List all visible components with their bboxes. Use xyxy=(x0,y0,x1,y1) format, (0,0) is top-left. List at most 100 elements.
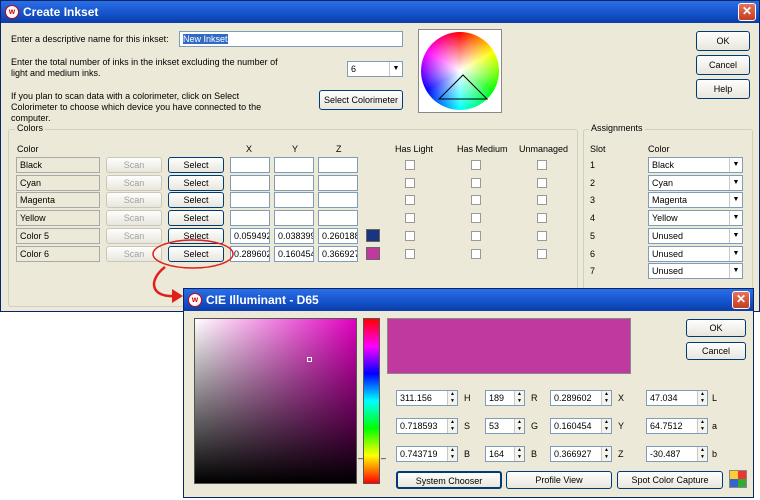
z-value-field[interactable] xyxy=(318,210,358,227)
x-value-field[interactable] xyxy=(230,210,270,227)
spinner-arrows-icon[interactable]: ▲ ▼ xyxy=(601,391,611,405)
xyz-value-input[interactable]: 0.366927 ▲ ▼ xyxy=(550,446,612,462)
unmanaged-checkbox[interactable] xyxy=(537,248,547,259)
has-light-checkbox[interactable] xyxy=(405,213,415,224)
slot-color-select[interactable]: Unused ▼ xyxy=(648,227,743,244)
scan-button[interactable]: Scan xyxy=(106,227,162,244)
y-value-field[interactable] xyxy=(274,174,314,191)
has-light-checkbox[interactable] xyxy=(405,177,415,188)
scan-button[interactable]: Scan xyxy=(106,245,162,262)
x-value-field[interactable]: 0.059492 xyxy=(230,227,270,244)
has-light-checkbox[interactable] xyxy=(405,195,415,206)
has-medium-checkbox[interactable] xyxy=(471,160,481,170)
has-medium-checkbox[interactable] xyxy=(471,177,481,188)
help-button[interactable]: Help xyxy=(696,79,750,99)
fields-value-input[interactable]: 0.743719 ▲ ▼ xyxy=(396,446,458,462)
scan-button[interactable]: Scan xyxy=(106,192,162,209)
color-name-field[interactable]: Cyan xyxy=(16,174,100,191)
picker-ok-button[interactable]: OK xyxy=(686,319,746,337)
x-value-field[interactable] xyxy=(230,174,270,191)
ok-button[interactable]: OK xyxy=(696,31,750,51)
select-button[interactable]: Select xyxy=(168,157,224,173)
spinner-arrows-icon[interactable]: ▲ ▼ xyxy=(514,447,524,461)
slot-color-select[interactable]: Magenta ▼ xyxy=(648,192,743,209)
color-name-field[interactable]: Magenta xyxy=(16,192,100,209)
spinner-arrows-icon[interactable]: ▲ ▼ xyxy=(447,447,457,461)
slot-color-select[interactable]: Unused ▼ xyxy=(648,263,743,280)
spinner-arrows-icon[interactable]: ▲ ▼ xyxy=(514,419,524,433)
slot-color-select[interactable]: Black ▼ xyxy=(648,157,743,173)
slot-color-select[interactable]: Yellow ▼ xyxy=(648,210,743,227)
saturation-brightness-field[interactable] xyxy=(194,318,357,484)
color-marker[interactable] xyxy=(307,357,312,362)
fields-value-input[interactable]: 311.156 ▲ ▼ xyxy=(396,390,458,406)
x-value-field[interactable] xyxy=(230,192,270,209)
capture-grid-icon[interactable] xyxy=(729,470,747,488)
scan-button[interactable]: Scan xyxy=(106,210,162,227)
scan-button[interactable]: Scan xyxy=(106,157,162,173)
spinner-arrows-icon[interactable]: ▲ ▼ xyxy=(447,391,457,405)
picker-cancel-button[interactable]: Cancel xyxy=(686,342,746,360)
has-medium-checkbox[interactable] xyxy=(471,195,481,206)
z-value-field[interactable] xyxy=(318,192,358,209)
slot-color-select[interactable]: Cyan ▼ xyxy=(648,174,743,191)
fields-value-input[interactable]: 0.718593 ▲ ▼ xyxy=(396,418,458,434)
x-value-field[interactable]: 0.289602 xyxy=(230,245,270,262)
rgb-value-input[interactable]: 189 ▲ ▼ xyxy=(485,390,525,406)
has-light-checkbox[interactable] xyxy=(405,160,415,170)
select-button[interactable]: Select xyxy=(168,227,224,244)
scan-button[interactable]: Scan xyxy=(106,174,162,191)
has-medium-checkbox[interactable] xyxy=(471,213,481,224)
select-button[interactable]: Select xyxy=(168,210,224,227)
unmanaged-checkbox[interactable] xyxy=(537,195,547,206)
x-value-field[interactable] xyxy=(230,157,270,173)
xyz-value-input[interactable]: 0.160454 ▲ ▼ xyxy=(550,418,612,434)
select-button[interactable]: Select xyxy=(168,245,224,262)
close-button[interactable]: ✕ xyxy=(738,3,756,21)
inkset-name-input[interactable]: New Inkset xyxy=(179,31,403,47)
z-value-field[interactable]: 0.366927 xyxy=(318,245,358,262)
has-medium-checkbox[interactable] xyxy=(471,230,481,241)
rgb-value-input[interactable]: 53 ▲ ▼ xyxy=(485,418,525,434)
y-value-field[interactable] xyxy=(274,210,314,227)
color-name-field[interactable]: Color 6 xyxy=(16,245,100,262)
spinner-arrows-icon[interactable]: ▲ ▼ xyxy=(601,419,611,433)
unmanaged-checkbox[interactable] xyxy=(537,213,547,224)
y-value-field[interactable]: 0.038399 xyxy=(274,227,314,244)
z-value-field[interactable]: 0.260188 xyxy=(318,227,358,244)
has-medium-checkbox[interactable] xyxy=(471,248,481,259)
system-chooser-button[interactable]: System Chooser xyxy=(396,471,502,489)
spinner-arrows-icon[interactable]: ▲ ▼ xyxy=(514,391,524,405)
spinner-arrows-icon[interactable]: ▲ ▼ xyxy=(697,419,707,433)
y-value-field[interactable]: 0.160454 xyxy=(274,245,314,262)
select-colorimeter-button[interactable]: Select Colorimeter xyxy=(319,90,403,110)
xyz-value-input[interactable]: 0.289602 ▲ ▼ xyxy=(550,390,612,406)
unmanaged-checkbox[interactable] xyxy=(537,160,547,170)
profile-view-button[interactable]: Profile View xyxy=(506,471,612,489)
rgb-value-input[interactable]: 164 ▲ ▼ xyxy=(485,446,525,462)
lab-value-input[interactable]: 47.034 ▲ ▼ xyxy=(646,390,708,406)
spot-color-capture-button[interactable]: Spot Color Capture xyxy=(617,471,723,489)
unmanaged-checkbox[interactable] xyxy=(537,230,547,241)
y-value-field[interactable] xyxy=(274,192,314,209)
lab-value-input[interactable]: -30.487 ▲ ▼ xyxy=(646,446,708,462)
color-name-field[interactable]: Color 5 xyxy=(16,227,100,244)
cancel-button[interactable]: Cancel xyxy=(696,55,750,75)
y-value-field[interactable] xyxy=(274,157,314,173)
has-light-checkbox[interactable] xyxy=(405,248,415,259)
spinner-arrows-icon[interactable]: ▲ ▼ xyxy=(697,391,707,405)
color-name-field[interactable]: Black xyxy=(16,157,100,173)
spinner-arrows-icon[interactable]: ▲ ▼ xyxy=(601,447,611,461)
select-button[interactable]: Select xyxy=(168,174,224,191)
spinner-arrows-icon[interactable]: ▲ ▼ xyxy=(697,447,707,461)
unmanaged-checkbox[interactable] xyxy=(537,177,547,188)
z-value-field[interactable] xyxy=(318,174,358,191)
spinner-arrows-icon[interactable]: ▲ ▼ xyxy=(447,419,457,433)
z-value-field[interactable] xyxy=(318,157,358,173)
ink-count-select[interactable]: 6 ▼ xyxy=(347,61,403,77)
lab-value-input[interactable]: 64.7512 ▲ ▼ xyxy=(646,418,708,434)
hue-slider[interactable] xyxy=(363,318,380,484)
color-name-field[interactable]: Yellow xyxy=(16,210,100,227)
select-button[interactable]: Select xyxy=(168,192,224,209)
slot-color-select[interactable]: Unused ▼ xyxy=(648,245,743,262)
